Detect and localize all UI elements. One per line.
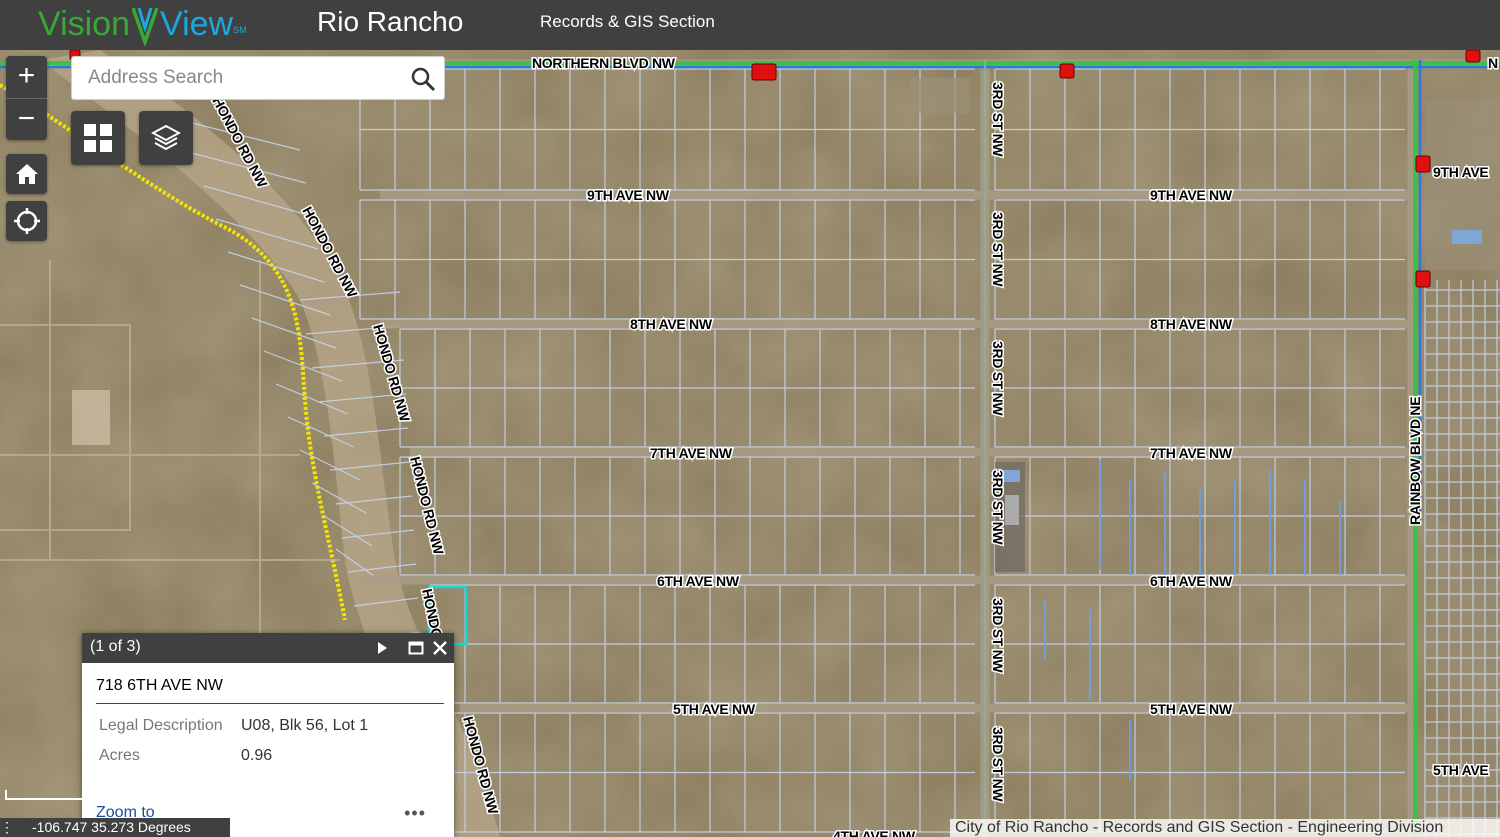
street-label-5th-ave: 5TH AVE NW: [673, 701, 756, 717]
logo-sm-mark: SM: [233, 25, 247, 35]
attribute-value-acres: 0.96: [241, 747, 273, 764]
popup-divider: [96, 703, 444, 704]
search-icon[interactable]: [410, 66, 436, 92]
street-label-n: N: [1488, 55, 1498, 71]
street-label-6th-ave: 6TH AVE NW: [1150, 573, 1233, 589]
coordinate-readout: ⋮ -106.747 35.273 Degrees: [0, 818, 230, 837]
street-label-7th-ave: 7TH AVE NW: [1150, 445, 1233, 461]
street-label-3rd-st: 3RD ST NW: [990, 341, 1006, 416]
attribute-label-legal-description: Legal Description: [99, 717, 223, 734]
logo-view-text: View: [160, 5, 234, 43]
street-label-6th-ave: 6TH AVE NW: [657, 573, 740, 589]
street-label-5th-ave-east: 5TH AVE: [1433, 762, 1488, 778]
logo-v-mark-icon: [132, 7, 158, 47]
street-label-northern-blvd: NORTHERN BLVD NW: [532, 55, 676, 71]
vision-view-logo[interactable]: Vision ViewSM: [38, 2, 247, 48]
street-label-rainbow-blvd: RAINBOW BLVD NE: [1407, 397, 1423, 525]
layers-icon: [151, 124, 181, 151]
logo-vision-text: Vision: [38, 5, 130, 43]
layers-button[interactable]: [139, 111, 193, 165]
coordinate-menu-icon[interactable]: ⋮: [0, 818, 14, 837]
home-icon: [15, 164, 38, 184]
app-header: Vision ViewSM Rio Rancho Records & GIS Se…: [0, 0, 1500, 50]
street-label-4th-ave: 4TH AVE NW: [833, 828, 916, 837]
next-feature-icon[interactable]: [374, 640, 390, 656]
coordinate-text: -106.747 35.273 Degrees: [32, 819, 191, 835]
locate-button[interactable]: [6, 201, 47, 241]
zoom-control: + −: [6, 56, 47, 140]
locate-icon: [13, 208, 40, 234]
popup-feature-count: (1 of 3): [90, 638, 141, 655]
street-label-3rd-st: 3RD ST NW: [990, 82, 1006, 157]
address-search-input[interactable]: [72, 57, 402, 99]
scale-bar: [5, 790, 84, 800]
street-label-7th-ave: 7TH AVE NW: [650, 445, 733, 461]
section-title: Records & GIS Section: [540, 12, 715, 31]
street-label-3rd-st: 3RD ST NW: [990, 212, 1006, 287]
zoom-out-button[interactable]: −: [6, 99, 47, 141]
attribute-value-legal-description: U08, Blk 56, Lot 1: [241, 717, 369, 734]
popup-header: (1 of 3): [82, 633, 454, 663]
street-label-3rd-st: 3RD ST NW: [990, 727, 1006, 802]
address-search: [71, 56, 445, 100]
more-actions-button[interactable]: •••: [404, 803, 426, 824]
street-label-8th-ave: 8TH AVE NW: [630, 316, 713, 332]
map-attribution: City of Rio Rancho - Records and GIS Sec…: [950, 819, 1500, 837]
street-label-9th-ave: 9TH AVE NW: [1150, 187, 1233, 203]
street-label-3rd-st: 3RD ST NW: [990, 598, 1006, 673]
attribute-label-acres: Acres: [99, 747, 140, 764]
home-button[interactable]: [6, 154, 47, 194]
basemap-gallery-button[interactable]: [71, 111, 125, 165]
street-label-9th-ave: 9TH AVE NW: [587, 187, 670, 203]
close-icon[interactable]: [432, 640, 448, 656]
street-label-3rd-st: 3RD ST NW: [990, 470, 1006, 545]
maximize-icon[interactable]: [408, 640, 424, 656]
city-title: Rio Rancho: [317, 6, 464, 37]
feature-popup: (1 of 3) 718 6TH AVE NW Legal Descriptio…: [82, 633, 454, 837]
grid-icon: [84, 124, 112, 152]
street-label-8th-ave: 8TH AVE NW: [1150, 316, 1233, 332]
street-label-9th-ave-east: 9TH AVE: [1433, 164, 1488, 180]
popup-title: 718 6TH AVE NW: [96, 677, 223, 694]
street-label-5th-ave: 5TH AVE NW: [1150, 701, 1233, 717]
zoom-in-button[interactable]: +: [6, 56, 47, 99]
